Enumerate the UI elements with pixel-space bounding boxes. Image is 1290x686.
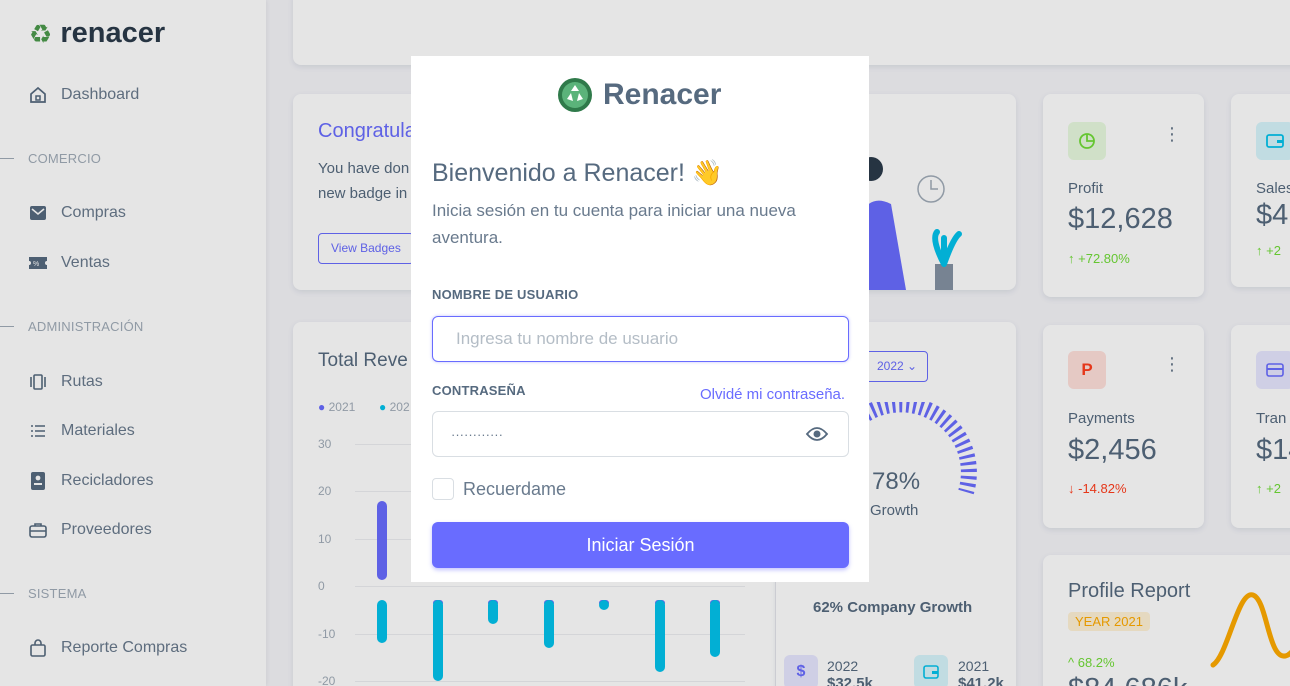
login-modal: Renacer Bienvenido a Renacer! 👋 Inicia s… (411, 56, 869, 582)
remember-checkbox[interactable] (432, 478, 454, 500)
username-label: NOMBRE DE USUARIO (432, 287, 579, 302)
forgot-password-link[interactable]: Olvidé mi contraseña. (700, 386, 845, 403)
welcome-subtitle-line1: Inicia sesión en tu cuenta para iniciar … (432, 201, 796, 220)
login-submit-button[interactable]: Iniciar Sesión (432, 522, 849, 568)
username-input[interactable]: Ingresa tu nombre de usuario (432, 316, 849, 362)
modal-logo-text: Renacer (603, 78, 722, 111)
password-label: CONTRASEÑA (432, 383, 526, 398)
eye-icon[interactable] (805, 425, 829, 448)
remember-label: Recuerdame (463, 479, 567, 499)
modal-logo: Renacer (557, 77, 721, 113)
welcome-subtitle-line2: aventura. (432, 228, 503, 247)
password-mask: ············ (451, 426, 503, 442)
password-input[interactable]: ············ (432, 411, 849, 457)
recycle-logo-icon (558, 78, 592, 112)
welcome-heading: Bienvenido a Renacer! 👋 (432, 159, 724, 187)
